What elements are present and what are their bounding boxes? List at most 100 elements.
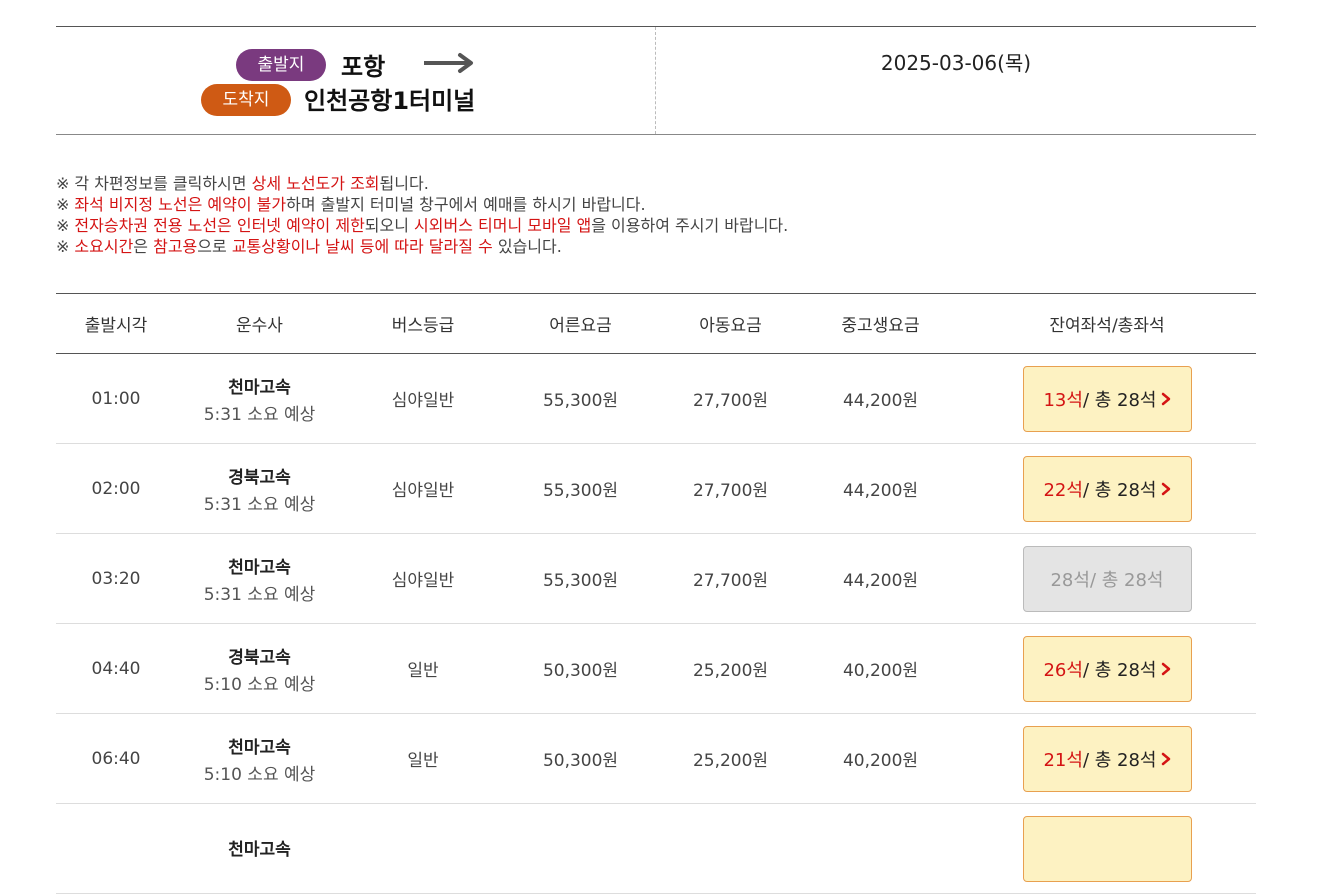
route-header: 출발지 포항 도착지 인천공항1터미널 2025-03-06(목) xyxy=(56,26,1256,135)
departure-city: 포항 xyxy=(341,53,386,81)
route-cities: 출발지 포항 도착지 인천공항1터미널 xyxy=(56,27,656,134)
total-seats: / 총 28석 xyxy=(1082,389,1157,411)
header-adult-fare: 어른요금 xyxy=(549,316,612,336)
company-name: 천마고속 xyxy=(228,840,291,860)
seats-cell xyxy=(958,815,1256,882)
company-name: 천마고속 xyxy=(228,377,291,398)
notice-text: 하며 출발지 터미널 창구에서 예매를 하시기 바랍니다. xyxy=(286,195,646,214)
adult-fare: 50,300원 xyxy=(542,751,619,771)
table-row[interactable]: 01:00 천마고속 5:31 소요 예상 심야일반 55,300원 27,700원 44,… xyxy=(56,354,1256,444)
notice-list: ※ 각 차편정보를 클릭하시면 상세 노선도가 조회됩니다. ※ 좌석 비지정 노선은… xyxy=(56,173,1256,257)
company-cell: 천마고속 xyxy=(176,835,343,862)
bus-grade: 심야일반 xyxy=(391,481,455,501)
child-fare: 25,200원 xyxy=(692,661,769,681)
header-youth-fare: 중고생요금 xyxy=(841,316,920,336)
notice-mark: ※ xyxy=(56,174,70,193)
notice-text: 있습니다. xyxy=(492,237,562,256)
youth-fare: 44,200원 xyxy=(842,391,919,411)
chevron-right-icon xyxy=(1161,752,1170,765)
notice-highlight: 좌석 비지정 노선은 예약이 불가 xyxy=(74,195,287,214)
table-row[interactable]: 04:40 경북고속 5:10 소요 예상 일반 50,300원 25,200원 40,20… xyxy=(56,624,1256,714)
notice-highlight: 소요시간 xyxy=(74,237,134,256)
seats-cell: 13석 / 총 28석 xyxy=(958,365,1256,432)
seats-cell: 28석 / 총 28석 xyxy=(958,545,1256,612)
notice-text: 을 이용하여 주시기 바랍니다. xyxy=(591,216,789,235)
adult-fare: 55,300원 xyxy=(542,571,619,591)
notice-highlight: 전자승차권 전용 노선은 인터넷 예약이 제한 xyxy=(74,216,365,235)
company-name: 천마고속 xyxy=(228,737,291,758)
youth-fare: 40,200원 xyxy=(842,661,919,681)
notice-item: ※ 전자승차권 전용 노선은 인터넷 예약이 제한되오니 시외버스 티머니 모바일… xyxy=(56,215,1256,236)
total-seats: / 총 28석 xyxy=(1082,479,1157,501)
chevron-right-icon xyxy=(1161,392,1170,405)
total-seats: / 총 28석 xyxy=(1089,569,1164,591)
notice-text: 됩니다. xyxy=(379,174,429,193)
departure-time: 02:00 xyxy=(91,478,141,499)
departure-time: 04:40 xyxy=(91,658,141,679)
child-fare: 27,700원 xyxy=(692,391,769,411)
notice-item: ※ 소요시간은 참고용으로 교통상황이나 날씨 등에 따라 달라질 수 있습니다. xyxy=(56,236,1256,257)
table-row[interactable]: 천마고속 xyxy=(56,804,1256,894)
departure-time: 06:40 xyxy=(91,748,141,769)
adult-fare: 55,300원 xyxy=(542,481,619,501)
notice-mark: ※ xyxy=(56,216,70,235)
arrival-badge: 도착지 xyxy=(201,84,291,116)
remaining-seats: 26석 xyxy=(1043,659,1083,681)
duration-estimate: 5:31 소요 예상 xyxy=(203,494,316,515)
header-company: 운수사 xyxy=(236,316,283,336)
seat-select-button[interactable]: 21석 / 총 28석 xyxy=(1022,725,1192,792)
table-body: 01:00 천마고속 5:31 소요 예상 심야일반 55,300원 27,700원 44,… xyxy=(56,354,1256,894)
company-cell: 경북고속 5:10 소요 예상 xyxy=(176,643,343,695)
notice-highlight: 참고용 xyxy=(153,237,198,256)
arrival-city: 인천공항1터미널 xyxy=(304,87,476,115)
travel-date: 2025-03-06(목) xyxy=(880,51,1032,75)
seat-select-button[interactable] xyxy=(1022,815,1192,882)
schedule-table: 출발시각 운수사 버스등급 어른요금 아동요금 중고생요금 잔여좌석/총좌석 0… xyxy=(56,293,1256,894)
company-name: 경북고속 xyxy=(228,467,291,488)
child-fare: 25,200원 xyxy=(692,751,769,771)
seat-select-button[interactable]: 22석 / 총 28석 xyxy=(1022,455,1192,522)
remaining-seats: 22석 xyxy=(1043,479,1083,501)
chevron-right-icon xyxy=(1161,482,1170,495)
seats-cell: 21석 / 총 28석 xyxy=(958,725,1256,792)
bus-schedule-page: 출발지 포항 도착지 인천공항1터미널 2025-03-06(목) ※ 각 차편정… xyxy=(56,26,1256,894)
header-departure-time: 출발시각 xyxy=(84,316,148,336)
arrow-right-icon xyxy=(424,53,473,73)
notice-text: 되오니 xyxy=(364,216,415,235)
table-header: 출발시각 운수사 버스등급 어른요금 아동요금 중고생요금 잔여좌석/총좌석 xyxy=(56,293,1256,354)
header-bus-grade: 버스등급 xyxy=(391,316,455,336)
notice-highlight: 시외버스 티머니 모바일 앱 xyxy=(414,216,592,235)
bus-grade: 일반 xyxy=(407,751,439,771)
youth-fare: 40,200원 xyxy=(842,751,919,771)
notice-mark: ※ xyxy=(56,237,70,256)
duration-estimate: 5:31 소요 예상 xyxy=(203,584,316,605)
remaining-seats: 28석 xyxy=(1050,569,1090,591)
bus-grade: 심야일반 xyxy=(391,571,455,591)
duration-estimate: 5:31 소요 예상 xyxy=(203,404,316,425)
header-child-fare: 아동요금 xyxy=(699,316,762,336)
child-fare: 27,700원 xyxy=(692,571,769,591)
seat-select-button[interactable]: 26석 / 총 28석 xyxy=(1022,635,1192,702)
company-cell: 경북고속 5:31 소요 예상 xyxy=(176,463,343,515)
company-name: 천마고속 xyxy=(228,557,291,578)
duration-estimate: 5:10 소요 예상 xyxy=(203,674,316,695)
remaining-seats: 13석 xyxy=(1043,389,1083,411)
notice-mark: ※ xyxy=(56,195,70,214)
total-seats: / 총 28석 xyxy=(1082,659,1157,681)
table-row[interactable]: 03:20 천마고속 5:31 소요 예상 심야일반 55,300원 27,700원 44,… xyxy=(56,534,1256,624)
total-seats: / 총 28석 xyxy=(1082,749,1157,771)
table-row[interactable]: 06:40 천마고속 5:10 소요 예상 일반 50,300원 25,200원 40,20… xyxy=(56,714,1256,804)
youth-fare: 44,200원 xyxy=(842,481,919,501)
company-cell: 천마고속 5:10 소요 예상 xyxy=(176,733,343,785)
notice-item: ※ 각 차편정보를 클릭하시면 상세 노선도가 조회됩니다. xyxy=(56,173,1256,194)
departure-badge: 출발지 xyxy=(236,49,326,81)
adult-fare: 50,300원 xyxy=(542,661,619,681)
table-row[interactable]: 02:00 경북고속 5:31 소요 예상 심야일반 55,300원 27,700원 44,… xyxy=(56,444,1256,534)
company-cell: 천마고속 5:31 소요 예상 xyxy=(176,553,343,605)
notice-text: 으로 xyxy=(197,237,232,256)
notice-highlight: 교통상황이나 날씨 등에 따라 달라질 수 xyxy=(231,237,493,256)
seat-select-button[interactable]: 13석 / 총 28석 xyxy=(1022,365,1192,432)
company-name: 경북고속 xyxy=(228,647,291,668)
chevron-right-icon xyxy=(1161,662,1170,675)
youth-fare: 44,200원 xyxy=(842,571,919,591)
